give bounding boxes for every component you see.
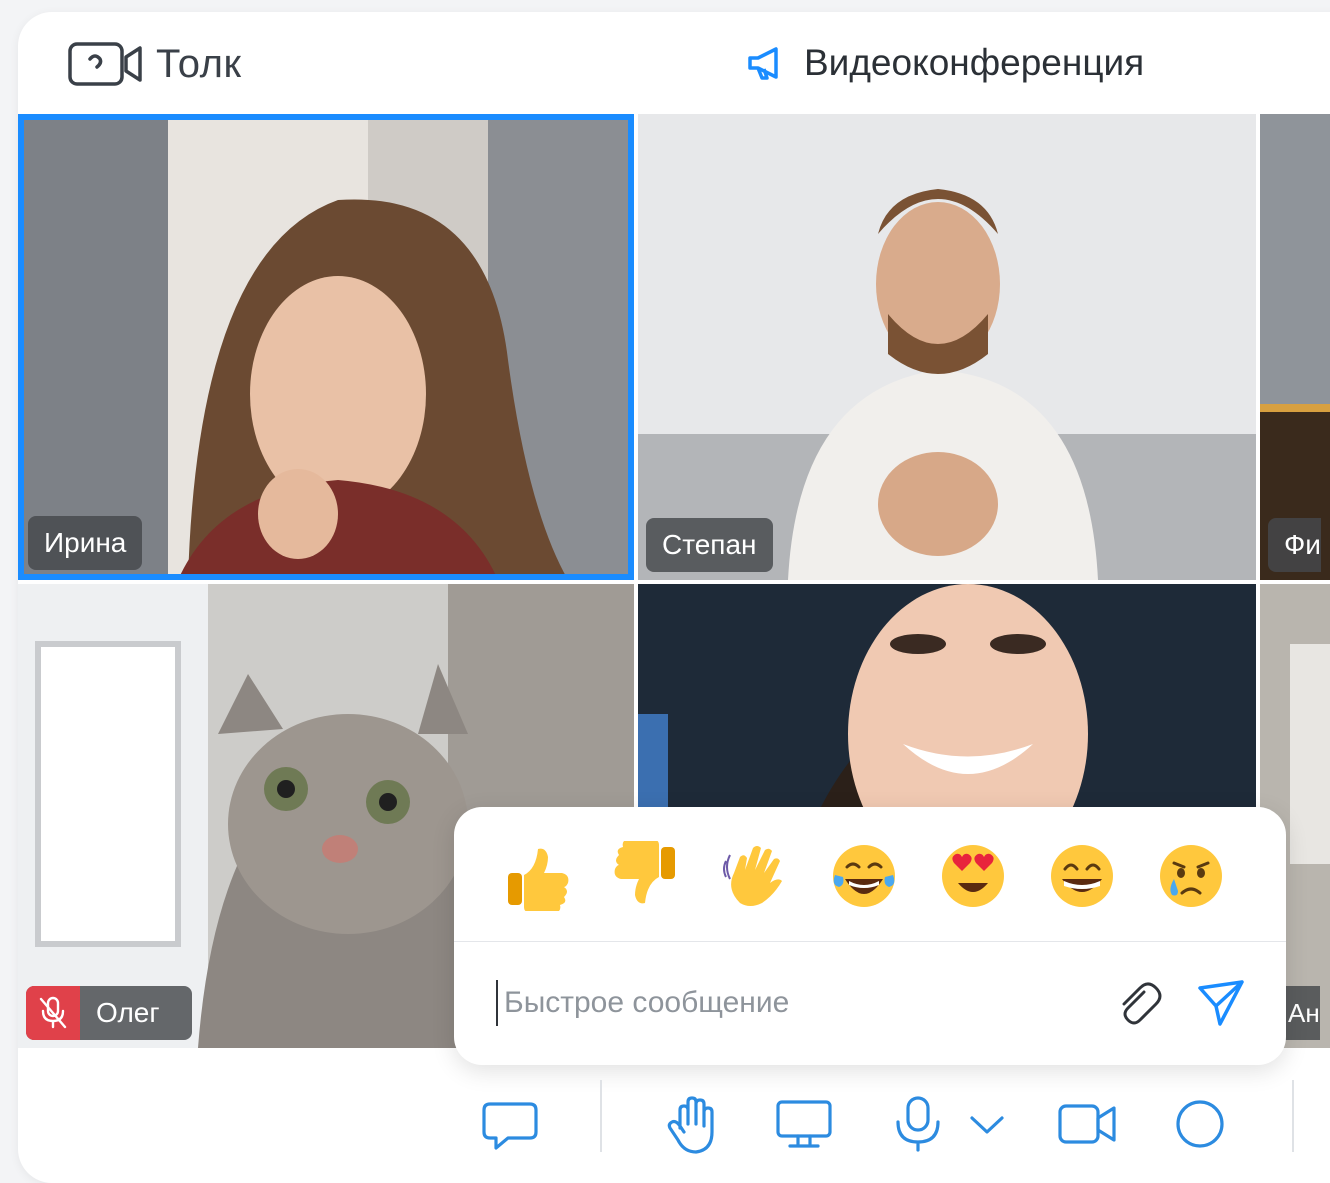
thumbs-up-icon <box>508 848 569 913</box>
participant-name: Степан <box>662 529 757 560</box>
reactions-panel <box>454 807 1286 1065</box>
grinning-face-icon <box>1051 845 1113 907</box>
thumbs-down-icon <box>614 839 675 904</box>
quick-message-row <box>454 942 1286 1065</box>
participant-name: Ирина <box>44 527 127 558</box>
send-icon[interactable] <box>1196 978 1246 1028</box>
microphone-icon[interactable] <box>888 1094 948 1154</box>
participant-tile-irina[interactable]: Ирина <box>18 114 634 580</box>
call-toolbar <box>18 1052 1330 1183</box>
toolbar-separator <box>600 1080 602 1152</box>
participant-name-tag: Степан <box>646 518 773 572</box>
mic-off-icon <box>39 996 67 1029</box>
participant-name-tag: Олег <box>26 986 192 1040</box>
record-icon[interactable] <box>1170 1094 1230 1154</box>
waving-hand-icon <box>723 846 782 906</box>
laughing-face-icon <box>833 845 895 907</box>
participant-tile-stepan[interactable]: Степан <box>638 114 1256 580</box>
participant-tile-fi[interactable]: Фи <box>1260 114 1330 580</box>
mic-muted-indicator <box>26 986 80 1040</box>
emoji-reactions-row <box>454 807 1286 941</box>
screen-share-icon[interactable] <box>774 1094 834 1154</box>
heart-eyes-icon <box>942 845 1004 907</box>
header: Толк Видеоконференция <box>18 12 1330 114</box>
video-feed <box>638 114 1256 580</box>
participant-name: Олег <box>96 997 160 1028</box>
app-brand: Толк <box>68 40 242 88</box>
camera-icon[interactable] <box>1058 1094 1118 1154</box>
raise-hand-icon[interactable] <box>662 1094 722 1154</box>
reaction-heart-eyes[interactable] <box>938 841 1008 911</box>
crying-face-icon <box>1160 845 1222 907</box>
participant-name-tag: Ирина <box>28 516 143 570</box>
conference-window: Толк Видеоконференция Ирина Степан Фи Ол… <box>18 12 1330 1183</box>
reaction-tears-of-joy[interactable] <box>829 841 899 911</box>
text-caret <box>496 980 498 1026</box>
reaction-wave[interactable] <box>720 841 790 911</box>
participant-name: Ан <box>1288 997 1320 1028</box>
tolk-logo-icon <box>68 42 142 86</box>
megaphone-icon <box>748 47 778 80</box>
reaction-grin[interactable] <box>1047 841 1117 911</box>
video-feed <box>1260 114 1330 580</box>
chevron-down-icon[interactable] <box>962 1094 1012 1154</box>
conference-title-label: Видеоконференция <box>804 42 1145 83</box>
quick-message-input[interactable] <box>504 980 1084 1026</box>
reaction-thumbs-down[interactable] <box>611 839 681 911</box>
video-feed <box>18 114 634 580</box>
participant-name-tag: Фи <box>1268 518 1321 572</box>
toolbar-separator <box>1292 1080 1294 1152</box>
chat-icon[interactable] <box>480 1094 540 1154</box>
participant-name: Фи <box>1284 529 1321 560</box>
paperclip-icon[interactable] <box>1114 980 1162 1028</box>
reaction-thumbs-up[interactable] <box>502 841 572 913</box>
reaction-crying[interactable] <box>1156 841 1226 911</box>
conference-title: Видеоконференция <box>746 42 1144 84</box>
app-name: Толк <box>156 41 242 86</box>
